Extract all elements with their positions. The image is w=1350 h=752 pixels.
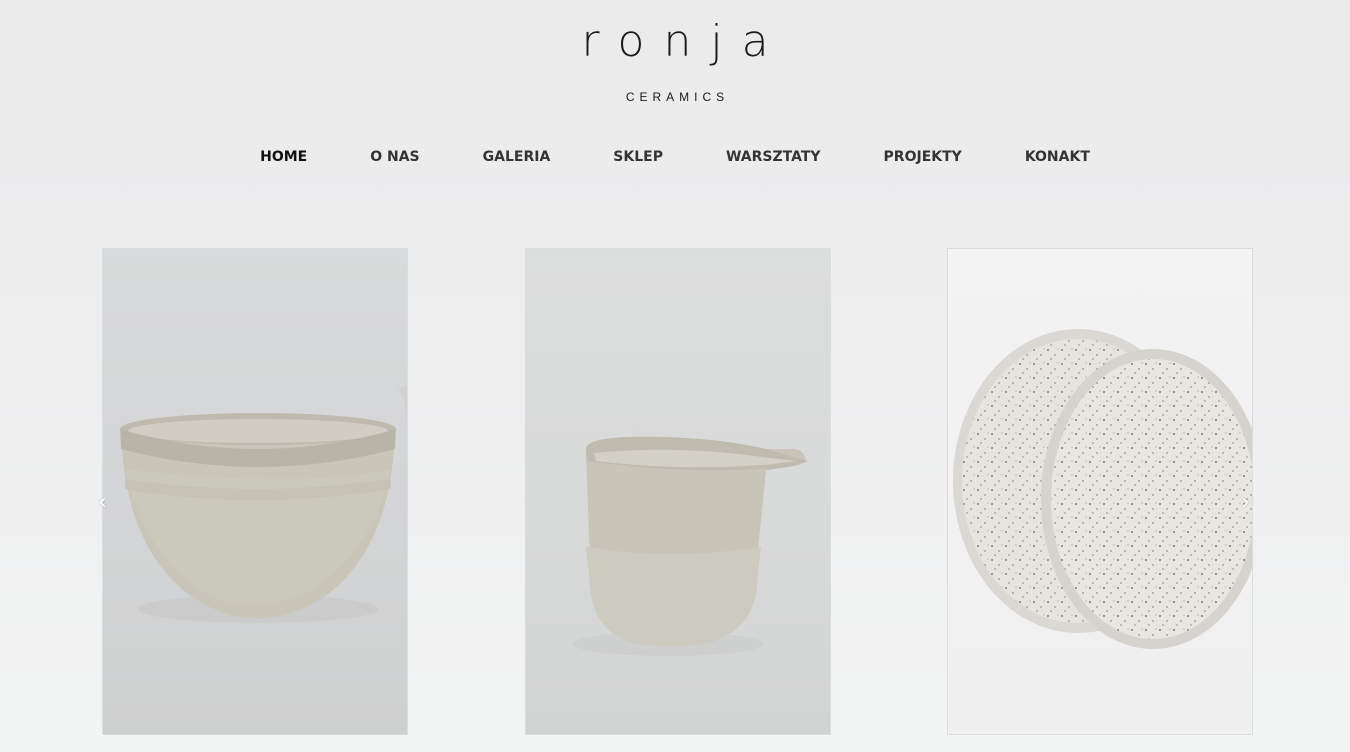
logo-wordmark: ronja bbox=[581, 16, 788, 67]
nav-item-konakt[interactable]: KONAKT bbox=[1025, 149, 1090, 165]
slide-bowl[interactable] bbox=[102, 248, 408, 735]
nav-item-projekty[interactable]: PROJEKTY bbox=[884, 149, 962, 165]
slide-plates[interactable] bbox=[947, 248, 1253, 735]
slide-pitcher[interactable] bbox=[525, 248, 831, 735]
nav-item-warsztaty[interactable]: WARSZTATY bbox=[726, 149, 821, 165]
slider-next-button[interactable]: › bbox=[1241, 490, 1250, 515]
pitcher-image bbox=[573, 436, 808, 656]
plates-image bbox=[953, 329, 1252, 649]
nav-item-sklep[interactable]: SKLEP bbox=[613, 149, 663, 165]
slider-prev-button[interactable]: ‹ bbox=[98, 490, 107, 515]
logo-subtitle: CERAMICS bbox=[625, 90, 730, 104]
bowl-image bbox=[120, 384, 407, 623]
main-nav: HOME O NAS GALERIA SKLEP WARSZTATY PROJE… bbox=[0, 149, 1350, 165]
nav-item-o-nas[interactable]: O NAS bbox=[370, 149, 419, 165]
nav-item-galeria[interactable]: GALERIA bbox=[483, 149, 551, 165]
nav-item-home[interactable]: HOME bbox=[260, 149, 307, 165]
